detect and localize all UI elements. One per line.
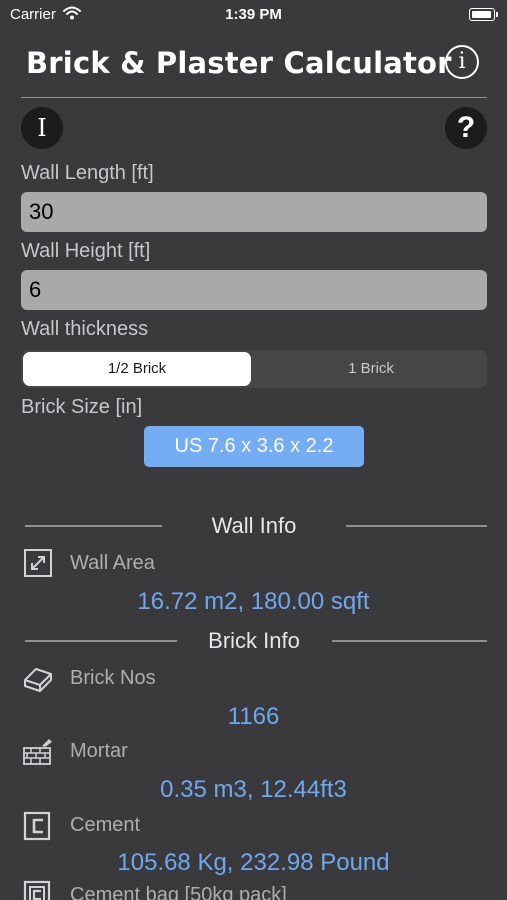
cement-bag-icon bbox=[22, 879, 54, 900]
segment-one-brick[interactable]: 1 Brick bbox=[257, 352, 485, 386]
wall-area-label: Wall Area bbox=[70, 552, 155, 574]
brick-wall-trowel-icon bbox=[22, 736, 54, 768]
wall-thickness-label: Wall thickness bbox=[21, 318, 149, 340]
brick-info-header: Brick Info bbox=[21, 626, 487, 656]
segment-half-brick[interactable]: 1/2 Brick bbox=[23, 352, 251, 386]
status-bar: Carrier 1:39 PM bbox=[0, 0, 507, 30]
clock: 1:39 PM bbox=[225, 6, 282, 23]
wall-length-label: Wall Length [ft] bbox=[21, 162, 154, 184]
header-divider bbox=[21, 97, 487, 98]
wall-info-header: Wall Info bbox=[21, 511, 487, 541]
brick-size-button[interactable]: US 7.6 x 3.6 x 2.2 bbox=[144, 426, 364, 467]
info-icon[interactable]: i bbox=[445, 45, 479, 79]
section-line-right bbox=[346, 525, 487, 527]
page-title: Brick & Plaster Calculator bbox=[26, 46, 452, 80]
brick-nos-label: Brick Nos bbox=[70, 667, 156, 689]
wall-height-label: Wall Height [ft] bbox=[21, 240, 151, 262]
cement-bag-label: Cement bag [50kg pack] bbox=[70, 884, 287, 900]
text-cursor-icon[interactable]: I bbox=[21, 107, 63, 149]
section-line-right bbox=[332, 640, 487, 642]
wall-height-input[interactable]: 6 bbox=[21, 270, 487, 310]
expand-arrows-icon bbox=[22, 547, 54, 579]
wall-length-input[interactable]: 30 bbox=[21, 192, 487, 232]
brick-icon bbox=[22, 662, 54, 694]
mortar-value: 0.35 m3, 12.44ft3 bbox=[160, 776, 347, 803]
cement-value: 105.68 Kg, 232.98 Pound bbox=[117, 849, 390, 876]
brick-nos-value: 1166 bbox=[227, 703, 280, 730]
wall-thickness-segmented-control: 1/2 Brick 1 Brick bbox=[21, 350, 487, 388]
cement-icon bbox=[22, 810, 54, 842]
cement-label: Cement bbox=[70, 814, 141, 836]
brick-size-label: Brick Size [in] bbox=[21, 396, 143, 418]
battery-icon bbox=[469, 8, 498, 21]
mortar-label: Mortar bbox=[70, 740, 128, 762]
help-icon[interactable]: ? bbox=[445, 107, 487, 149]
wall-area-value: 16.72 m2, 180.00 sqft bbox=[137, 588, 370, 615]
